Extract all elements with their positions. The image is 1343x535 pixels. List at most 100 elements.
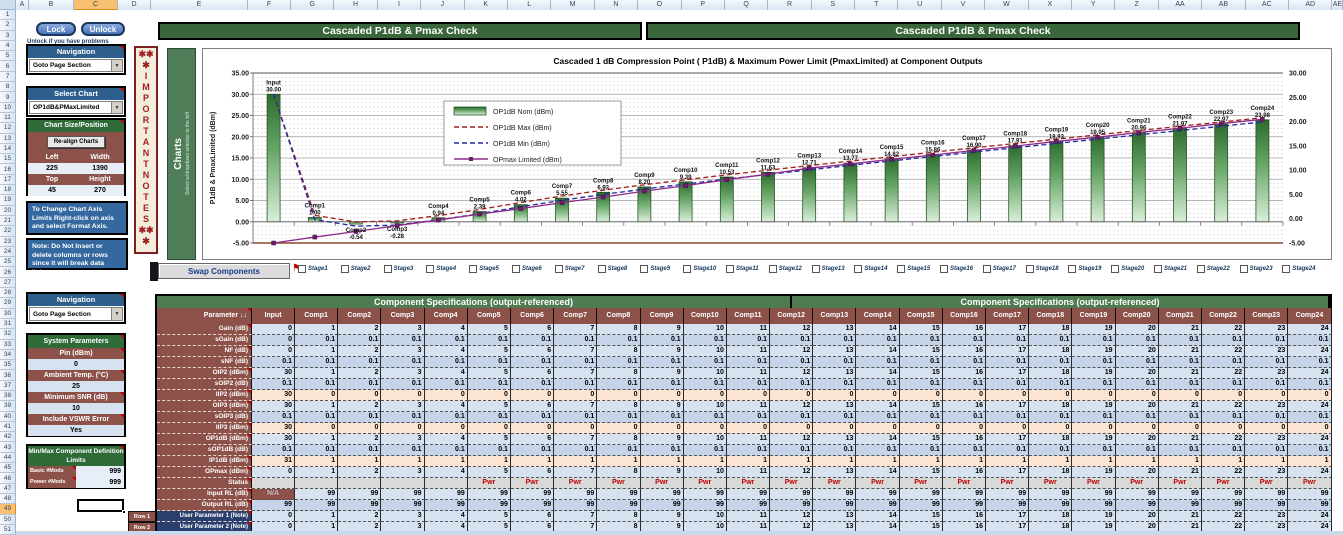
table-cell[interactable]: 24: [1288, 434, 1332, 445]
table-cell[interactable]: 2: [338, 467, 382, 478]
table-cell[interactable]: 0: [1158, 423, 1202, 434]
table-cell[interactable]: 16: [942, 346, 986, 357]
limit-value[interactable]: 999: [76, 466, 124, 477]
height-value[interactable]: 270: [76, 185, 124, 196]
table-cell[interactable]: 24: [1288, 467, 1332, 478]
table-cell[interactable]: 1: [1288, 456, 1332, 467]
table-cell[interactable]: 0.1: [1029, 357, 1073, 368]
table-cell[interactable]: 0.1: [381, 412, 425, 423]
table-cell[interactable]: 0.1: [986, 379, 1030, 390]
table-cell[interactable]: 0.1: [770, 357, 814, 368]
table-cell[interactable]: 7: [554, 346, 598, 357]
table-cell[interactable]: 0: [467, 390, 511, 401]
table-cell[interactable]: Pwr: [1288, 478, 1332, 489]
table-cell[interactable]: 1: [1201, 456, 1246, 467]
table-cell[interactable]: 1: [1245, 456, 1289, 467]
param-value[interactable]: Yes: [28, 425, 124, 436]
table-cell[interactable]: 1: [554, 456, 598, 467]
table-cell[interactable]: 0: [252, 335, 295, 346]
table-cell[interactable]: 99: [1288, 500, 1332, 511]
table-cell[interactable]: 0.1: [467, 412, 511, 423]
table-cell[interactable]: 0.1: [1072, 445, 1116, 456]
table-cell[interactable]: 0: [597, 423, 641, 434]
table-cell[interactable]: 14: [856, 368, 900, 379]
table-cell[interactable]: Pwr: [510, 478, 555, 489]
table-cell[interactable]: Pwr: [1158, 478, 1202, 489]
table-cell[interactable]: 14: [856, 346, 900, 357]
table-cell[interactable]: 0.1: [899, 445, 943, 456]
fill-handle[interactable]: [122, 510, 126, 514]
column-header-V[interactable]: V: [941, 0, 986, 10]
table-cell[interactable]: 0: [813, 423, 857, 434]
selected-cell[interactable]: [77, 499, 126, 514]
table-cell[interactable]: 6: [510, 368, 555, 379]
column-header-AD[interactable]: AD: [1288, 0, 1333, 10]
table-cell[interactable]: 0: [856, 423, 900, 434]
select-chart-dropdown[interactable]: OP1dB&PMaxLimited ▼: [29, 101, 123, 114]
checkbox-stage13[interactable]: [811, 265, 820, 273]
table-cell[interactable]: 1: [899, 456, 943, 467]
table-cell[interactable]: 99: [856, 489, 900, 500]
row-header-47[interactable]: 47: [0, 483, 16, 494]
table-cell[interactable]: 1: [467, 456, 511, 467]
table-cell[interactable]: 19: [1072, 346, 1116, 357]
table-cell[interactable]: 8: [597, 511, 641, 522]
table-cell[interactable]: 0: [1201, 423, 1246, 434]
table-cell[interactable]: 99: [683, 489, 727, 500]
table-cell[interactable]: 0.1: [1115, 412, 1159, 423]
table-cell[interactable]: Pwr: [683, 478, 727, 489]
table-cell[interactable]: 0.1: [467, 379, 511, 390]
table-cell[interactable]: 0: [381, 390, 425, 401]
row-header-46[interactable]: 46: [0, 473, 16, 484]
table-cell[interactable]: 6: [510, 434, 555, 445]
checkbox-stage15[interactable]: [897, 265, 906, 273]
checkbox-stage2[interactable]: [340, 265, 349, 273]
table-cell[interactable]: 0: [554, 390, 598, 401]
table-cell[interactable]: 0.1: [770, 445, 814, 456]
table-cell[interactable]: 17: [986, 368, 1030, 379]
table-cell[interactable]: 0: [252, 467, 295, 478]
left-value[interactable]: 225: [28, 163, 76, 174]
row-header-50[interactable]: 50: [0, 514, 16, 525]
column-header-E[interactable]: E: [151, 0, 248, 10]
table-cell[interactable]: 30: [252, 423, 295, 434]
table-cell[interactable]: 6: [510, 401, 555, 412]
table-cell[interactable]: 12: [770, 467, 814, 478]
checkbox-stage14[interactable]: [854, 265, 863, 273]
table-cell[interactable]: 23: [1245, 368, 1289, 379]
table-cell[interactable]: 0.1: [683, 379, 727, 390]
table-cell[interactable]: 21: [1158, 346, 1202, 357]
table-cell[interactable]: 0.1: [424, 379, 468, 390]
row-header-33[interactable]: 33: [0, 339, 16, 350]
table-cell[interactable]: 16: [942, 434, 986, 445]
table-cell[interactable]: 99: [986, 500, 1030, 511]
table-cell[interactable]: 0.1: [1072, 357, 1116, 368]
table-cell[interactable]: 9: [640, 434, 684, 445]
table-cell[interactable]: 0.1: [467, 357, 511, 368]
table-cell[interactable]: 99: [338, 489, 382, 500]
checkbox-stage3[interactable]: [383, 265, 392, 273]
table-cell[interactable]: 0.1: [1201, 445, 1246, 456]
table-cell[interactable]: 0: [899, 423, 943, 434]
table-cell[interactable]: 11: [726, 324, 771, 335]
table-cell[interactable]: 0: [1115, 390, 1159, 401]
column-header-H[interactable]: H: [334, 0, 378, 10]
row-header-22[interactable]: 22: [0, 226, 16, 237]
table-cell[interactable]: 0.1: [554, 335, 598, 346]
table-cell[interactable]: 6: [510, 467, 555, 478]
table-cell[interactable]: 13: [813, 324, 857, 335]
table-cell[interactable]: [252, 478, 295, 489]
row-header-45[interactable]: 45: [0, 463, 16, 474]
table-cell[interactable]: 30: [252, 401, 295, 412]
realign-charts-button[interactable]: Re-align Charts: [46, 136, 106, 148]
table-cell[interactable]: 19: [1072, 467, 1116, 478]
table-cell[interactable]: 1: [770, 456, 814, 467]
table-cell[interactable]: 0.1: [295, 335, 339, 346]
table-cell[interactable]: 22: [1201, 346, 1246, 357]
table-cell[interactable]: 3: [381, 467, 425, 478]
table-cell[interactable]: 0.1: [295, 357, 339, 368]
row-header-17[interactable]: 17: [0, 174, 16, 186]
table-cell[interactable]: 1: [726, 456, 771, 467]
row-header-8[interactable]: 8: [0, 82, 16, 93]
table-cell[interactable]: 0: [856, 390, 900, 401]
